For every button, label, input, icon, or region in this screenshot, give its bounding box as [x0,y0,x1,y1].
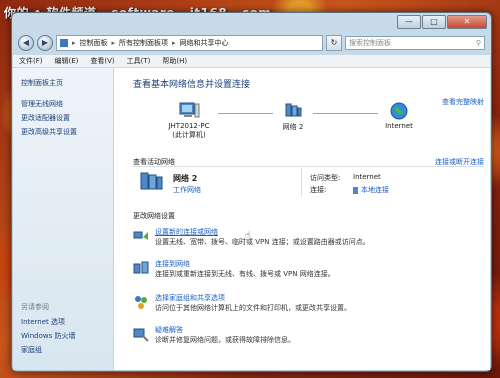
forward-button[interactable]: ▶ [37,35,53,51]
task-connect-network-link[interactable]: 连接到网络 [155,259,190,269]
vertical-divider [301,168,302,196]
sidebar: 控制面板主页 管理无线网络 更改适配器设置 更改高级共享设置 另请参阅 Inte… [13,68,114,370]
breadcrumb-network-center[interactable]: 网络和共享中心 [180,38,229,48]
search-input[interactable]: 搜索控制面板 ⚲ [345,36,485,50]
menu-view[interactable]: 查看(V) [90,56,114,66]
close-button[interactable]: ✕ [447,15,487,29]
sidebar-item-home[interactable]: 控制面板主页 [21,78,63,88]
sidebar-item-adapter[interactable]: 更改适配器设置 [21,113,70,123]
see-also-title: 另请参阅 [21,303,49,311]
content-area: 控制面板主页 管理无线网络 更改适配器设置 更改高级共享设置 另请参阅 Inte… [13,68,490,370]
navigation-bar: ◀ ▶ ▸ 控制面板 ▸ 所有控制面板项 ▸ 网络和共享中心 ↻ 搜索控制面板 … [18,35,485,51]
task-troubleshoot-desc: 诊断并修复网络问题，或获得故障排除信息。 [155,336,295,344]
active-network-icon [140,172,163,190]
task-new-connection-desc: 设置无线、宽带、拨号、临时或 VPN 连接；或设置路由器或访问点。 [155,238,370,246]
connection-value[interactable]: 本地连接 [353,185,389,195]
map-node-pc[interactable]: JHT2012-PC (此计算机) [159,102,219,140]
back-button[interactable]: ◀ [18,35,34,51]
map-line-1 [218,113,273,114]
task-troubleshoot[interactable]: 疑难解答 诊断并修复网络问题，或获得故障排除信息。 [133,325,478,347]
internet-label: Internet [385,122,413,130]
refresh-button[interactable]: ↻ [326,35,342,51]
task-connect-network-desc: 连接到或重新连接到无线、有线、拨号或 VPN 网络连接。 [155,270,335,278]
see-also-internet-options[interactable]: Internet 选项 [21,317,65,327]
task-connect-network[interactable]: 连接到网络 连接到或重新连接到无线、有线、拨号或 VPN 网络连接。 [133,259,478,281]
breadcrumb-all-items[interactable]: 所有控制面板项 [119,38,168,48]
divider [133,166,484,167]
sidebar-item-wireless[interactable]: 管理无线网络 [21,99,63,109]
task-troubleshoot-link[interactable]: 疑难解答 [155,325,183,335]
window-controls: — □ ✕ [397,15,487,29]
troubleshoot-icon [133,328,149,342]
new-connection-icon [133,231,148,240]
sidebar-item-sharing[interactable]: 更改高级共享设置 [21,127,77,137]
menu-bar: 文件(F) 编辑(E) 查看(V) 工具(T) 帮助(H) [13,55,490,68]
address-bar[interactable]: ▸ 控制面板 ▸ 所有控制面板项 ▸ 网络和共享中心 [56,35,323,51]
pc-name: JHT2012-PC [168,122,210,130]
task-new-connection[interactable]: 设置新的连接或网络 设置无线、宽带、拨号、临时或 VPN 连接；或设置路由器或访… [133,227,478,249]
task-homegroup-desc: 访问位于其他网络计算机上的文件和打印机，或更改共享设置。 [155,304,351,312]
see-also-homegroup[interactable]: 家庭组 [21,345,42,355]
homegroup-icon [135,296,147,309]
network-icon [285,103,302,117]
mouse-cursor: ☝ [245,231,251,241]
map-line-2 [313,113,378,114]
pc-sub: (此计算机) [172,131,206,139]
menu-help[interactable]: 帮助(H) [162,56,187,66]
network-type-link[interactable]: 工作网络 [173,185,201,195]
computer-icon [179,102,200,118]
menu-file[interactable]: 文件(F) [19,56,43,66]
main-panel: 查看基本网络信息并设置连接 查看完整映射 JHT2012-PC (此计算机) 网… [123,68,484,370]
map-node-internet[interactable]: Internet [377,102,421,130]
connect-network-icon [133,261,149,274]
access-type-label: 访问类型: [310,174,341,182]
search-icon: ⚲ [475,39,481,47]
active-network-name: 网络 2 [173,174,198,183]
map-node-network[interactable]: 网络 2 [273,102,313,132]
lan-icon [353,186,358,194]
control-panel-icon [60,39,68,47]
local-connection-link[interactable]: 本地连接 [361,185,389,195]
search-placeholder: 搜索控制面板 [349,39,391,47]
maximize-button[interactable]: □ [422,15,446,29]
menu-edit[interactable]: 编辑(E) [55,56,79,66]
see-also-firewall[interactable]: Windows 防火墙 [21,331,75,341]
minimize-button[interactable]: — [397,15,421,29]
menu-tools[interactable]: 工具(T) [127,56,151,66]
network-name: 网络 2 [282,123,304,131]
page-title: 查看基本网络信息并设置连接 [133,80,251,90]
globe-icon [390,102,408,120]
control-panel-window: — □ ✕ ◀ ▶ ▸ 控制面板 ▸ 所有控制面板项 ▸ 网络和共享中心 ↻ 搜… [11,12,492,372]
change-settings-title: 更改网络设置 [133,212,175,220]
connection-label: 连接: [310,186,327,194]
task-homegroup-link[interactable]: 选择家庭组和共享选项 [155,293,225,303]
view-full-map-link[interactable]: 查看完整映射 [442,97,484,107]
task-homegroup[interactable]: 选择家庭组和共享选项 访问位于其他网络计算机上的文件和打印机，或更改共享设置。 [133,293,478,315]
breadcrumb-control-panel[interactable]: 控制面板 [80,38,108,48]
access-type-value: Internet [353,173,381,181]
task-new-connection-link[interactable]: 设置新的连接或网络 [155,227,218,237]
